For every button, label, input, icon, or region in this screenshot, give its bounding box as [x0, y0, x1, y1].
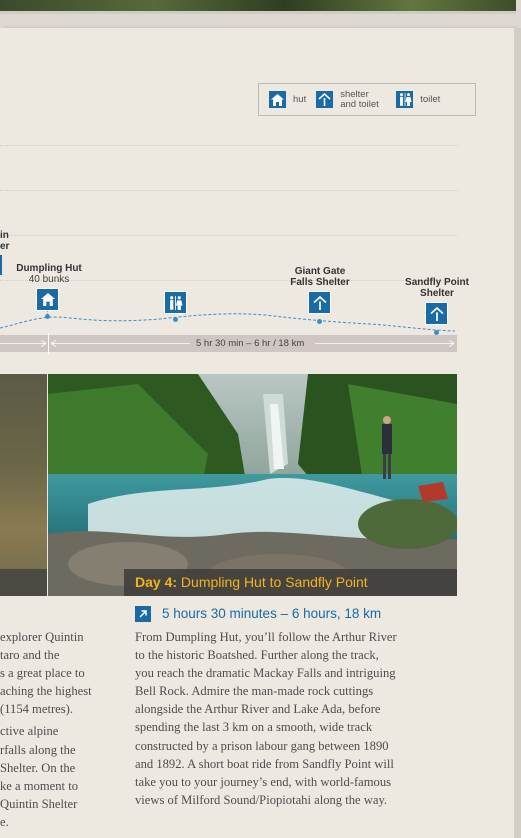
shelter-icon [316, 91, 334, 108]
previous-day-caption-bar [0, 569, 47, 596]
profile-gridline [0, 235, 458, 236]
giant-gate-shelter-name: Giant Gate Falls Shelter [290, 266, 350, 288]
text-line: From Dumpling Hut, you’ll follow the Art… [135, 630, 397, 644]
day4-duration: 5 hours 30 minutes – 6 hours, 18 km [162, 606, 382, 621]
toilet-dot [173, 317, 178, 322]
hut-icon [36, 288, 59, 311]
profile-gridline [0, 190, 458, 191]
photo-illustration [48, 374, 457, 596]
legend-label: toilet [420, 93, 441, 105]
legend-item-shelter: shelter and toilet [316, 88, 386, 110]
text-line: Quintin Shelter [0, 796, 78, 811]
text-line: aching the highest [0, 684, 92, 699]
text-line: alongside the Arthur River and Lake Ada,… [135, 702, 381, 717]
day4-description: From Dumpling Hut, you’ll follow the Art… [135, 628, 397, 809]
mackay-falls-photo [48, 374, 457, 596]
toilet-icon [396, 91, 414, 108]
text-line: views of Milford Sound/Piopiotahi along … [135, 792, 388, 807]
text-line: explorer Quintin [0, 630, 84, 644]
dumpling-hut-name: Dumpling Hut [16, 263, 82, 274]
shelter-icon [425, 302, 448, 325]
previous-day-photo [0, 374, 47, 596]
text-line: s a great place to [0, 666, 85, 681]
arrow-icon [135, 606, 151, 622]
legend-label: shelter and toilet [340, 88, 379, 110]
text-line: you reach the dramatic Mackay Falls and … [135, 666, 396, 681]
distance-divider [48, 333, 49, 354]
shelter-icon [308, 291, 331, 314]
text-line: ke a moment to [0, 778, 78, 793]
text-line: spending the last 3 km on a smooth, wide… [135, 720, 373, 735]
distance-label: 5 hr 30 min – 6 hr / 18 km [196, 338, 305, 349]
text-line: to the historic Boatshed. Further along … [135, 648, 379, 663]
caption-route: Dumpling Hut to Sandfly Point [180, 574, 368, 590]
sandfly-point-shelter-name: Sandfly Point Shelter [405, 277, 469, 299]
toilet-icon [164, 291, 187, 314]
previous-hut-label: in er [0, 230, 10, 252]
text-line: take you to your journey’s end, with wor… [135, 774, 392, 789]
dumpling-hut-bunks: 40 bunks [28, 274, 70, 285]
dumpling-hut-dot [45, 314, 50, 319]
text-line: ctive alpine [0, 724, 59, 739]
text-line: constructed by a prison labour gang betw… [135, 738, 389, 753]
text-line: Shelter. On the [0, 760, 76, 775]
text-line: e. [0, 814, 9, 829]
legend-item-hut: hut [269, 91, 306, 108]
page-edge [514, 28, 521, 838]
map-legend: hut shelter and toilet toilet [258, 83, 476, 116]
text-line: taro and the [0, 648, 60, 663]
text-line: rfalls along the [0, 742, 76, 757]
photo-caption: Day 4: Dumpling Hut to Sandfly Point [135, 574, 368, 590]
legend-item-toilet: toilet [396, 91, 440, 108]
elevation-profile [0, 313, 456, 332]
hut-icon [269, 91, 286, 108]
previous-hut-marker-edge [0, 255, 2, 275]
top-photo-strip [0, 0, 516, 14]
caption-day: Day 4: [135, 574, 178, 590]
text-line: Bell Rock. Admire the man-made rock cutt… [135, 684, 374, 699]
profile-gridline [0, 145, 458, 146]
text-line: and 1892. A short boat ride from Sandfly… [135, 756, 394, 771]
legend-label: hut [293, 93, 307, 105]
left-column-text: explorer Quintin taro and the s a great … [0, 628, 92, 831]
giant-gate-dot [317, 319, 322, 324]
text-line: (1154 metres). [0, 702, 73, 717]
